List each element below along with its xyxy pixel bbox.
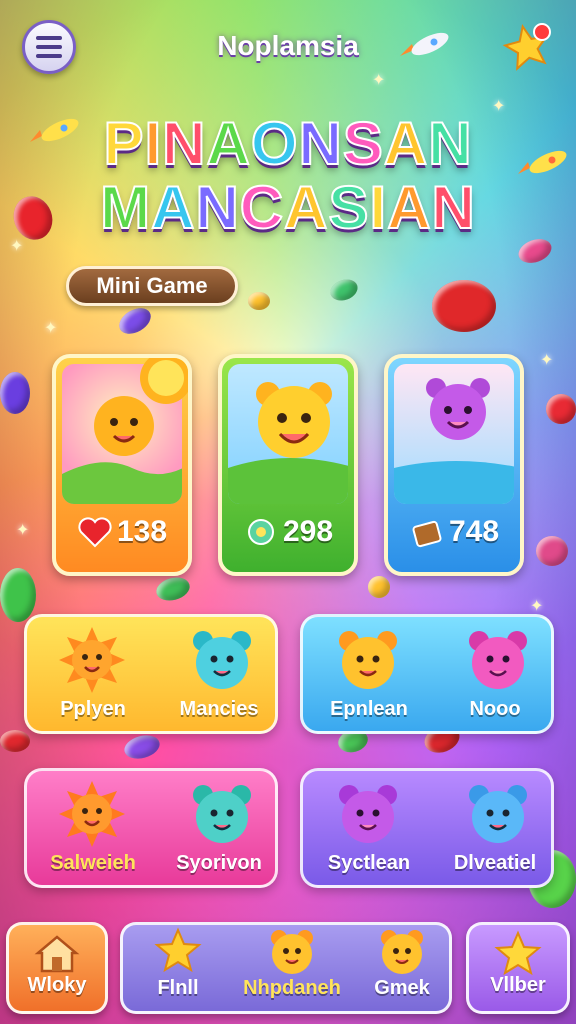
level-score-value: 138 xyxy=(116,515,168,548)
candy-decoration xyxy=(114,302,156,340)
character-panel-blue[interactable]: Epnlean Nooo xyxy=(300,614,554,734)
logo-letter: C xyxy=(239,174,285,241)
candy-decoration xyxy=(153,573,193,605)
logo-letter: N xyxy=(431,174,476,241)
candy-decoration xyxy=(368,576,390,598)
mini-game-label[interactable]: Mini Game xyxy=(66,266,238,306)
character-name: Syorivon xyxy=(176,852,262,874)
candy-decoration xyxy=(536,536,568,566)
character-name: Dlveatiel xyxy=(453,852,537,874)
heart-icon xyxy=(78,517,112,548)
yellow-bear-icon xyxy=(228,382,348,504)
sun-creature-icon xyxy=(59,627,125,693)
nav-label: Nhpdaneh xyxy=(243,977,341,999)
level-score: 298 xyxy=(222,514,354,550)
level-score-value: 748 xyxy=(448,515,500,548)
logo-letter: P xyxy=(102,110,145,177)
candy-decoration xyxy=(121,731,163,763)
nav-rewards-button[interactable]: Vllber xyxy=(466,922,570,1014)
teal-bear-icon xyxy=(193,785,251,843)
candy-decoration xyxy=(432,280,496,332)
logo-letter: N xyxy=(194,174,240,241)
sparkle-decoration: ✦ xyxy=(540,350,554,369)
level-scene-ocean-island xyxy=(394,364,514,504)
logo-letter: A xyxy=(386,174,432,241)
bear-face-icon xyxy=(381,930,423,974)
sparkle-decoration: ✦ xyxy=(16,520,30,539)
blue-bear-icon xyxy=(193,631,251,689)
home-icon xyxy=(34,935,80,973)
pink-bear-icon xyxy=(469,631,527,689)
bear-face-icon xyxy=(271,930,313,974)
nav-label: Wloky xyxy=(27,974,87,996)
sparkle-decoration: ✦ xyxy=(530,596,544,615)
character-panel-yellow[interactable]: Pplyen Mancies xyxy=(24,614,278,734)
logo-letter: O xyxy=(250,110,299,177)
game-logo: PINAONSAN MANCASIAN xyxy=(0,110,576,241)
candy-decoration xyxy=(0,372,30,414)
logo-letter: S xyxy=(342,110,384,177)
level-card-1[interactable]: 138 xyxy=(52,354,192,576)
star-badge-icon xyxy=(494,930,542,976)
nav-characters-button[interactable]: Nhpdaneh xyxy=(234,922,350,1014)
app-title: Noplamsia xyxy=(217,30,359,61)
logo-letter: N xyxy=(161,110,207,177)
level-card-3[interactable]: 748 xyxy=(384,354,524,576)
logo-letter: A xyxy=(283,174,329,241)
character-name: Epnlean xyxy=(330,698,408,720)
character-name: Pplyen xyxy=(60,698,126,720)
logo-line-1: PINAONSAN xyxy=(0,110,576,177)
logo-letter: S xyxy=(327,174,370,241)
star-icon xyxy=(154,927,202,973)
nav-label: Flnll xyxy=(157,977,199,999)
star-notification-icon[interactable] xyxy=(500,20,554,74)
character-panel-pink[interactable]: Salweieh Syorivon xyxy=(24,768,278,888)
flower-icon xyxy=(247,519,274,545)
logo-letter: A xyxy=(383,110,429,177)
sparkle-decoration: ✦ xyxy=(44,318,58,337)
sparkle-decoration: ✦ xyxy=(372,70,386,89)
level-score-value: 298 xyxy=(282,515,334,548)
yellow-bear-icon xyxy=(339,631,397,689)
nav-home-button[interactable]: Wloky xyxy=(6,922,108,1014)
level-score: 748 xyxy=(388,514,520,550)
candy-decoration xyxy=(327,275,361,305)
character-name: Nooo xyxy=(469,698,521,720)
blue-bear-icon xyxy=(469,785,527,843)
sun-creature-icon xyxy=(59,781,125,847)
character-name: Syctlean xyxy=(327,852,411,874)
logo-letter: N xyxy=(297,110,343,177)
logo-letter: I xyxy=(143,110,163,177)
sun-decoration-icon xyxy=(140,358,188,404)
level-scene-jungle xyxy=(228,364,348,504)
nav-label: Vllber xyxy=(490,974,546,996)
nav-label: Gmek xyxy=(374,977,430,999)
candy-decoration xyxy=(0,730,30,752)
logo-letter: A xyxy=(150,174,196,241)
character-panel-purple[interactable]: Syctlean Dlveatiel xyxy=(300,768,554,888)
logo-letter: N xyxy=(427,110,473,177)
nav-favorites-button[interactable]: Flnll xyxy=(128,922,228,1014)
candy-decoration xyxy=(546,394,576,424)
logo-letter: I xyxy=(369,174,388,241)
purple-bear-icon xyxy=(339,785,397,843)
purple-bear-icon xyxy=(394,378,514,504)
character-name: Mancies xyxy=(179,698,259,720)
level-score: 138 xyxy=(56,514,188,550)
logo-letter: M xyxy=(99,174,152,241)
level-card-2[interactable]: 298 xyxy=(218,354,358,576)
candy-decoration xyxy=(248,292,270,310)
character-name: Salweieh xyxy=(50,852,136,874)
candy-decoration xyxy=(0,568,36,622)
nav-games-button[interactable]: Gmek xyxy=(352,922,452,1014)
logo-line-2: MANCASIAN xyxy=(0,174,576,241)
chest-icon xyxy=(412,520,442,548)
logo-letter: A xyxy=(205,110,251,177)
